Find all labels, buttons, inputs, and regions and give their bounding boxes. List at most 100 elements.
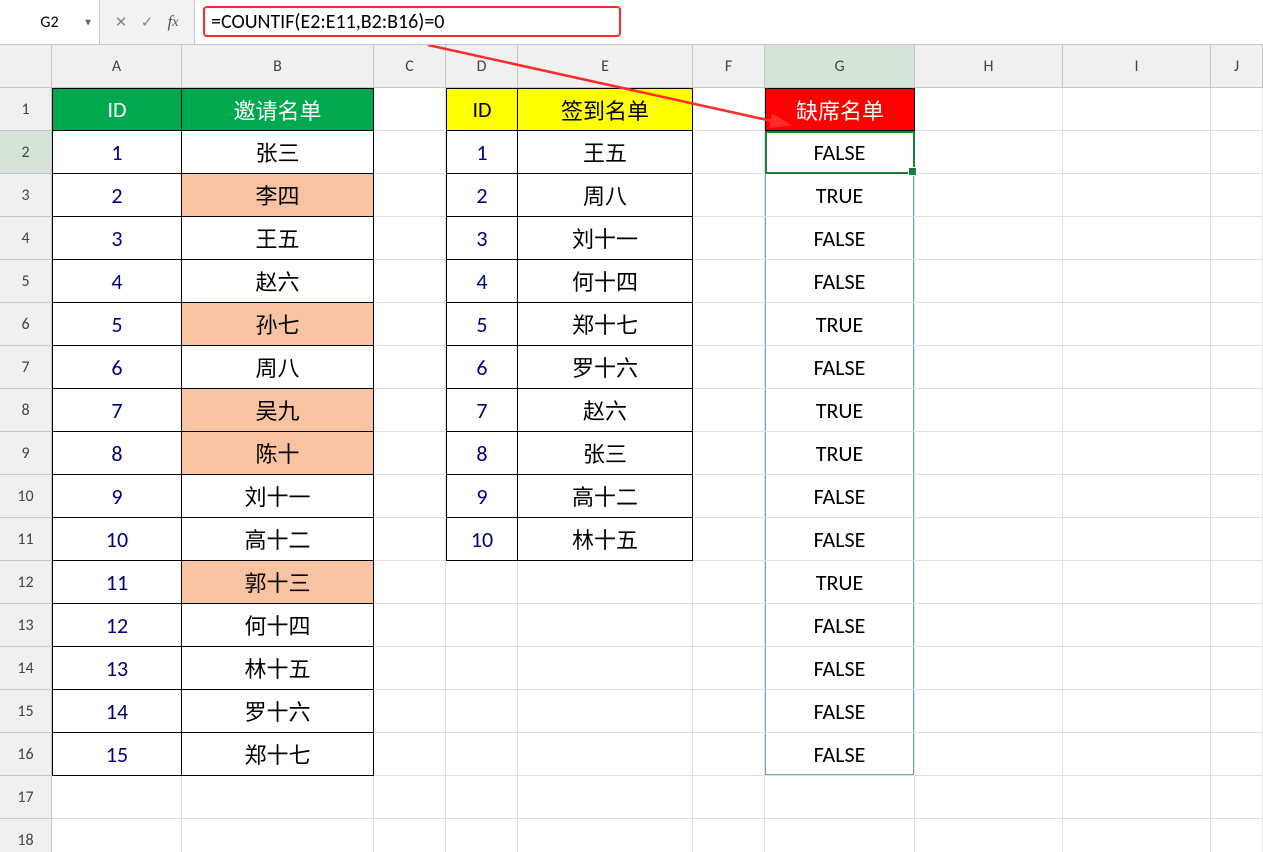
signed-id[interactable]: 3	[446, 217, 518, 260]
cell-H6[interactable]	[915, 303, 1063, 346]
signed-name[interactable]: 罗十六	[518, 346, 693, 389]
cell-C10[interactable]	[374, 475, 446, 518]
signed-header-name[interactable]: 签到名单	[518, 88, 693, 131]
signed-name[interactable]: 周八	[518, 174, 693, 217]
signed-name[interactable]: 赵六	[518, 389, 693, 432]
row-header-14[interactable]: 14	[0, 647, 52, 690]
cell-E14[interactable]	[518, 647, 693, 690]
cell-F8[interactable]	[693, 389, 765, 432]
col-header-D[interactable]: D	[446, 45, 518, 88]
invited-name[interactable]: 周八	[182, 346, 374, 389]
cell-F14[interactable]	[693, 647, 765, 690]
cell-J12[interactable]	[1211, 561, 1263, 604]
absent-value[interactable]: FALSE	[765, 604, 915, 647]
cell-D13[interactable]	[446, 604, 518, 647]
cell-F4[interactable]	[693, 217, 765, 260]
cell-J15[interactable]	[1211, 690, 1263, 733]
cell-H14[interactable]	[915, 647, 1063, 690]
col-header-F[interactable]: F	[693, 45, 765, 88]
cell-J16[interactable]	[1211, 733, 1263, 776]
invited-id[interactable]: 6	[52, 346, 182, 389]
signed-id[interactable]: 7	[446, 389, 518, 432]
cell-I18[interactable]	[1063, 819, 1211, 852]
cell-I9[interactable]	[1063, 432, 1211, 475]
cell-I12[interactable]	[1063, 561, 1211, 604]
cell-C7[interactable]	[374, 346, 446, 389]
cell-F17[interactable]	[693, 776, 765, 819]
cell-J14[interactable]	[1211, 647, 1263, 690]
cell-I4[interactable]	[1063, 217, 1211, 260]
invited-name[interactable]: 吴九	[182, 389, 374, 432]
absent-value[interactable]: FALSE	[765, 733, 915, 776]
cell-C12[interactable]	[374, 561, 446, 604]
cell-J10[interactable]	[1211, 475, 1263, 518]
cell-I8[interactable]	[1063, 389, 1211, 432]
enter-icon[interactable]: ✓	[134, 0, 160, 44]
absent-value[interactable]: FALSE	[765, 690, 915, 733]
cell-C13[interactable]	[374, 604, 446, 647]
invited-id[interactable]: 7	[52, 389, 182, 432]
signed-header-id[interactable]: ID	[446, 88, 518, 131]
cell-E17[interactable]	[518, 776, 693, 819]
signed-id[interactable]: 4	[446, 260, 518, 303]
invited-name[interactable]: 郭十三	[182, 561, 374, 604]
cell-E15[interactable]	[518, 690, 693, 733]
cell-F9[interactable]	[693, 432, 765, 475]
cell-C4[interactable]	[374, 217, 446, 260]
row-header-10[interactable]: 10	[0, 475, 52, 518]
cell-F7[interactable]	[693, 346, 765, 389]
cell-C6[interactable]	[374, 303, 446, 346]
formula-input[interactable]: =COUNTIF(E2:E11,B2:B16)=0	[195, 0, 1263, 44]
cell-H11[interactable]	[915, 518, 1063, 561]
col-header-G[interactable]: G	[765, 45, 915, 88]
cell-E12[interactable]	[518, 561, 693, 604]
invited-name[interactable]: 何十四	[182, 604, 374, 647]
absent-value[interactable]: FALSE	[765, 647, 915, 690]
row-header-1[interactable]: 1	[0, 88, 52, 131]
cell-I5[interactable]	[1063, 260, 1211, 303]
invited-name[interactable]: 刘十一	[182, 475, 374, 518]
cell-F3[interactable]	[693, 174, 765, 217]
cell-F11[interactable]	[693, 518, 765, 561]
absent-value[interactable]: TRUE	[765, 432, 915, 475]
cell-J13[interactable]	[1211, 604, 1263, 647]
invited-id[interactable]: 1	[52, 131, 182, 174]
row-header-13[interactable]: 13	[0, 604, 52, 647]
cell-I10[interactable]	[1063, 475, 1211, 518]
invited-id[interactable]: 15	[52, 733, 182, 776]
cell-C1[interactable]	[374, 88, 446, 131]
cell-C15[interactable]	[374, 690, 446, 733]
signed-name[interactable]: 张三	[518, 432, 693, 475]
cell-C8[interactable]	[374, 389, 446, 432]
absent-value[interactable]: FALSE	[765, 217, 915, 260]
invited-name[interactable]: 郑十七	[182, 733, 374, 776]
absent-value[interactable]: TRUE	[765, 561, 915, 604]
invited-id[interactable]: 5	[52, 303, 182, 346]
cell-F13[interactable]	[693, 604, 765, 647]
cell-I3[interactable]	[1063, 174, 1211, 217]
cancel-icon[interactable]: ✕	[108, 0, 134, 44]
cell-I6[interactable]	[1063, 303, 1211, 346]
cell-C9[interactable]	[374, 432, 446, 475]
signed-name[interactable]: 王五	[518, 131, 693, 174]
row-header-16[interactable]: 16	[0, 733, 52, 776]
cell-D14[interactable]	[446, 647, 518, 690]
absent-value[interactable]: FALSE	[765, 260, 915, 303]
row-header-8[interactable]: 8	[0, 389, 52, 432]
absent-value[interactable]: TRUE	[765, 174, 915, 217]
cell-E16[interactable]	[518, 733, 693, 776]
col-header-C[interactable]: C	[374, 45, 446, 88]
cell-E13[interactable]	[518, 604, 693, 647]
cell-C5[interactable]	[374, 260, 446, 303]
spreadsheet-grid[interactable]: ABCDEFGHIJ1ID邀请名单ID签到名单缺席名单21张三1王五FALSE3…	[0, 45, 1263, 852]
absent-value[interactable]: FALSE	[765, 475, 915, 518]
cell-C11[interactable]	[374, 518, 446, 561]
row-header-15[interactable]: 15	[0, 690, 52, 733]
signed-name[interactable]: 林十五	[518, 518, 693, 561]
cell-C16[interactable]	[374, 733, 446, 776]
cell-H18[interactable]	[915, 819, 1063, 852]
signed-name[interactable]: 高十二	[518, 475, 693, 518]
absent-value[interactable]: FALSE	[765, 131, 915, 174]
cell-I16[interactable]	[1063, 733, 1211, 776]
cell-H17[interactable]	[915, 776, 1063, 819]
